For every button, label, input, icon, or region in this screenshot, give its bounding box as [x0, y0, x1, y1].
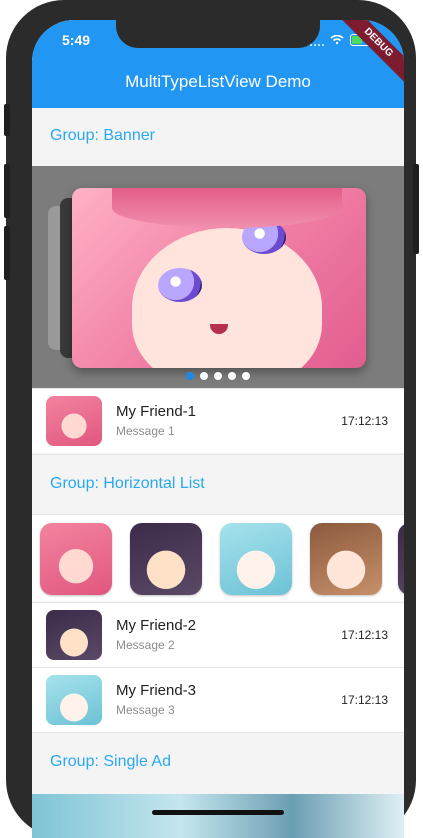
volume-up-button — [4, 164, 10, 218]
friend-name: My Friend-2 — [116, 617, 197, 634]
notch — [116, 20, 320, 48]
volume-down-button — [4, 226, 10, 280]
group-header-horizontal: Group: Horizontal List — [32, 454, 404, 515]
horizontal-list-item[interactable] — [40, 523, 112, 595]
friend-name: My Friend-1 — [116, 403, 197, 420]
page-dot[interactable] — [200, 372, 208, 380]
banner-page-indicator — [32, 372, 404, 380]
horizontal-list-item[interactable] — [220, 523, 292, 595]
mute-switch — [4, 104, 10, 136]
page-dot[interactable] — [242, 372, 250, 380]
avatar — [46, 610, 102, 660]
group-header-single-ad: Group: Single Ad — [32, 732, 404, 795]
page-dot[interactable] — [214, 372, 222, 380]
power-button — [413, 164, 419, 254]
group-header-banner: Group: Banner — [32, 108, 404, 166]
friend-message: Message 3 — [116, 703, 175, 717]
avatar — [46, 396, 102, 446]
horizontal-list[interactable] — [32, 514, 404, 601]
friend-row[interactable]: My Friend-3 Message 3 17:12:13 — [32, 667, 404, 732]
friend-message: Message 1 — [116, 424, 175, 438]
friend-row[interactable]: My Friend-1 Message 1 17:12:13 — [32, 388, 404, 453]
banner-hair-fringe — [112, 188, 342, 228]
banner-image[interactable] — [72, 188, 366, 368]
group-header-label: Group: Banner — [50, 127, 155, 144]
home-indicator — [152, 810, 284, 815]
banner-face — [132, 228, 322, 368]
horizontal-list-item[interactable] — [130, 523, 202, 595]
banner-carousel[interactable] — [32, 166, 404, 388]
friend-row[interactable]: My Friend-2 Message 2 17:12:13 — [32, 602, 404, 667]
group-header-label: Group: Single Ad — [50, 753, 171, 770]
phone-frame: 5:49 DEBUG MultiTypeListView Demo Group:… — [6, 0, 416, 838]
group-header-label: Group: Horizontal List — [50, 475, 205, 492]
avatar — [46, 675, 102, 725]
device-screen: 5:49 DEBUG MultiTypeListView Demo Group:… — [32, 20, 404, 838]
horizontal-list-item[interactable] — [310, 523, 382, 595]
friend-time: 17:12:13 — [341, 414, 388, 428]
page-dot[interactable] — [186, 372, 194, 380]
friend-time: 17:12:13 — [341, 628, 388, 642]
wifi-icon — [330, 35, 344, 45]
app-title: MultiTypeListView Demo — [125, 72, 311, 91]
friend-message: Message 2 — [116, 638, 175, 652]
friend-name: My Friend-3 — [116, 682, 197, 699]
status-time: 5:49 — [62, 32, 91, 48]
friend-time: 17:12:13 — [341, 693, 388, 707]
banner-left-eye — [158, 268, 202, 302]
page-dot[interactable] — [228, 372, 236, 380]
horizontal-list-item[interactable] — [398, 523, 404, 595]
single-ad-image[interactable] — [32, 794, 404, 838]
